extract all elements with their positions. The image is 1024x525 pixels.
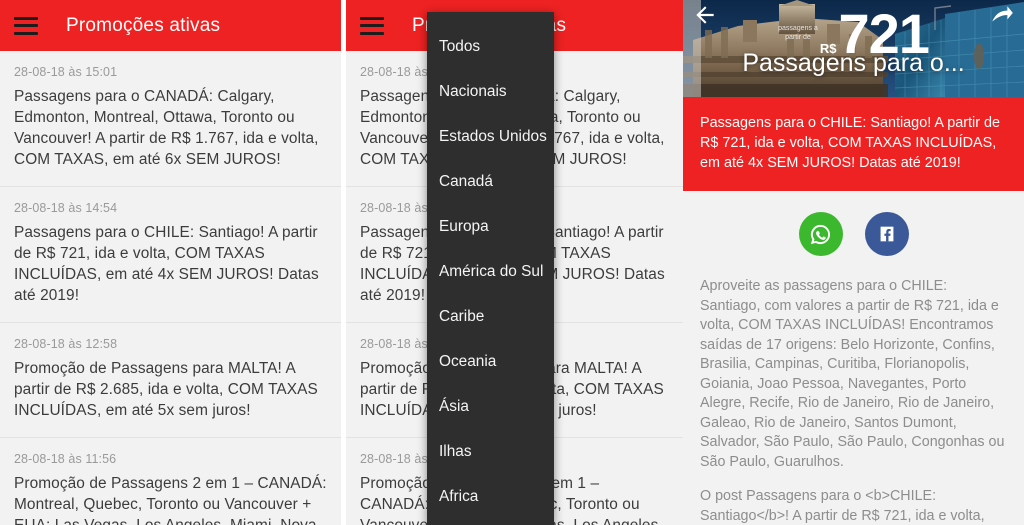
hero-header: passagens a partir de R$ 721 Passagens p… [683, 0, 1024, 97]
back-arrow-icon[interactable] [692, 2, 718, 28]
phone-panel-feed: Promoções ativas 28-08-18 às 15:01 Passa… [0, 0, 341, 525]
menu-item-label: Nacionais [439, 82, 507, 100]
list-item-text: Passagens para o CHILE: Santiago! A part… [14, 224, 319, 304]
menu-item-label: Todos [439, 37, 481, 55]
screenshot-stage: Promoções ativas 28-08-18 às 15:01 Passa… [0, 0, 1024, 525]
hamburger-icon[interactable] [14, 16, 38, 35]
list-item[interactable]: 28-08-18 às 12:58 Promoção de Passagens … [0, 323, 341, 438]
share-buttons-row [683, 191, 1024, 275]
menu-item-ilhas[interactable]: Ilhas [427, 429, 554, 474]
hamburger-icon[interactable] [360, 16, 384, 35]
phone-panel-detail: passagens a partir de R$ 721 Passagens p… [683, 0, 1024, 525]
page-title: Promoções ativas [66, 14, 221, 36]
menu-item-asia[interactable]: Ásia [427, 384, 554, 429]
list-item[interactable]: 28-08-18 às 15:01 Passagens para o CANAD… [0, 51, 341, 187]
detail-body: Aproveite as passagens para o CHILE: San… [683, 275, 1024, 525]
menu-item-label: América do Sul [439, 262, 544, 280]
menu-item-label: Estados Unidos [439, 127, 547, 145]
list-item-time: 28-08-18 às 12:58 [14, 337, 118, 351]
menu-item-estados-unidos[interactable]: Estados Unidos [427, 114, 554, 159]
menu-item-label: Ilhas [439, 442, 472, 460]
list-item-time: 28-08-18 às 15:01 [14, 65, 118, 79]
list-item-text: Promoção de Passagens 2 em 1 – CANADÁ: M… [14, 475, 327, 525]
menu-item-caribe[interactable]: Caribe [427, 294, 554, 339]
category-dropdown-menu[interactable]: Todos Nacionais Estados Unidos Canadá Eu… [427, 12, 554, 525]
list-item[interactable]: 28-08-18 às 11:56 Promoção de Passagens … [0, 438, 341, 525]
menu-item-label: Ásia [439, 397, 469, 415]
promotions-feed[interactable]: 28-08-18 às 15:01 Passagens para o CANAD… [0, 51, 341, 525]
menu-item-todos[interactable]: Todos [427, 24, 554, 69]
menu-item-label: Caribe [439, 307, 485, 325]
menu-item-america-do-sul[interactable]: América do Sul [427, 249, 554, 294]
list-item-text: Promoção de Passagens para MALTA! A part… [14, 360, 318, 419]
hero-overlay [683, 0, 1024, 97]
list-item-time: 28-08-18 às 14:54 [14, 201, 118, 215]
menu-item-oceania[interactable]: Oceania [427, 339, 554, 384]
menu-item-label: Oceania [439, 352, 497, 370]
menu-item-label: Europa [439, 217, 489, 235]
list-item-text: Passagens para o CANADÁ: Calgary, Edmont… [14, 88, 319, 168]
menu-item-canada[interactable]: Canadá [427, 159, 554, 204]
detail-paragraph-1: Aproveite as passagens para o CHILE: San… [700, 278, 1005, 470]
menu-item-africa[interactable]: Africa [427, 474, 554, 519]
share-arrow-icon[interactable] [989, 2, 1015, 28]
list-item[interactable]: 28-08-18 às 14:54 Passagens para o CHILE… [0, 187, 341, 323]
menu-item-label: Canadá [439, 172, 493, 190]
phone-panel-menu-open: Promoções ativas 28-08-18 às 15:01 Passa… [346, 0, 683, 525]
facebook-icon[interactable] [864, 212, 909, 256]
menu-item-europa[interactable]: Europa [427, 204, 554, 249]
list-item-time: 28-08-18 às 11:56 [14, 452, 117, 466]
whatsapp-icon[interactable] [798, 212, 843, 256]
detail-paragraph-2: O post Passagens para o <b>CHILE: Santia… [700, 488, 985, 524]
promo-banner: Passagens para o CHILE: Santiago! A part… [683, 97, 1024, 191]
app-bar: Promoções ativas [0, 0, 341, 51]
menu-item-nacionais[interactable]: Nacionais [427, 69, 554, 114]
menu-item-label: Africa [439, 487, 479, 505]
